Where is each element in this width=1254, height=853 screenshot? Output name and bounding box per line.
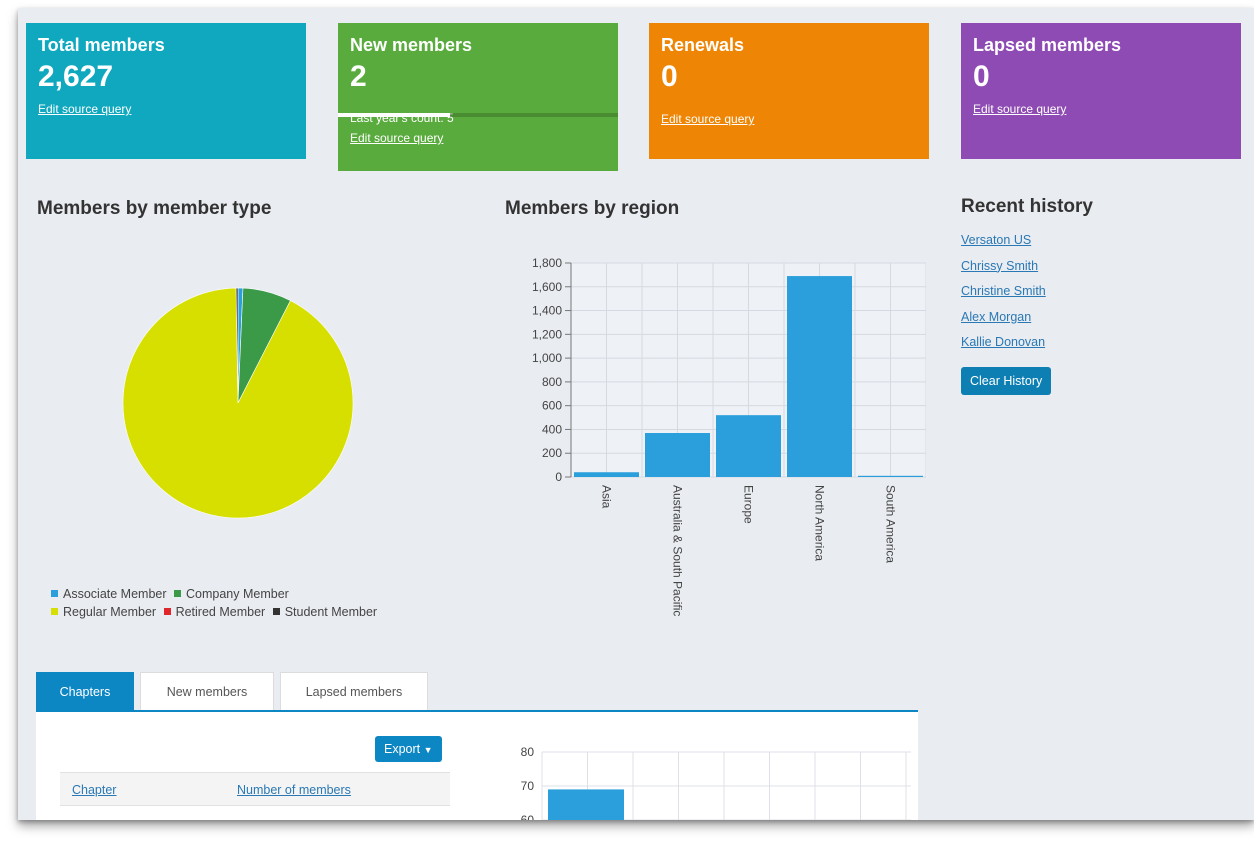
y-tick-label: 800 (542, 375, 562, 389)
region-bar-chart: 0 200 400 600 800 1,000 1,200 1,400 1,600 1,800 As… (532, 256, 926, 616)
tile-value: 0 (661, 60, 678, 93)
bar (787, 276, 852, 477)
history-link[interactable]: Kallie Donovan (961, 335, 1051, 361)
lapsed-members-tile: Lapsed members 0 Edit source query (961, 23, 1241, 159)
member-type-title: Members by member type (37, 198, 272, 219)
tab-chapters[interactable]: Chapters (36, 672, 134, 710)
history-link[interactable]: Alex Morgan (961, 310, 1051, 336)
new-members-tile: New members 2 Last year's count: 5 Edit … (338, 23, 618, 171)
column-header-chapter[interactable]: Chapter (72, 783, 116, 797)
bar (645, 433, 710, 477)
y-tick-label: 0 (555, 470, 562, 484)
bar (716, 415, 781, 477)
export-button[interactable]: Export ▼ (375, 736, 442, 762)
history-link[interactable]: Christine Smith (961, 284, 1051, 310)
clear-history-button[interactable]: Clear History (961, 366, 1052, 395)
y-tick-label: 70 (521, 779, 535, 793)
tile-value: 2 (350, 60, 367, 93)
tile-title: Renewals (661, 35, 745, 55)
renewals-tile: Renewals 0 Edit source query (649, 23, 929, 159)
x-tick-label: Australia & South Pacific (671, 485, 685, 616)
edit-source-query-link[interactable]: Edit source query (38, 102, 131, 116)
legend-item: Regular Member (51, 603, 156, 621)
recent-history-title: Recent history (961, 196, 1093, 217)
y-tick-label: 60 (521, 813, 535, 820)
legend-item: Retired Member (163, 603, 265, 621)
tab-lapsed-members[interactable]: Lapsed members (280, 672, 428, 710)
x-tick-label: North America (813, 485, 827, 561)
bar (548, 789, 624, 820)
region-title: Members by region (505, 198, 680, 219)
tab-new-members[interactable]: New members (140, 672, 274, 710)
member-type-pie-chart (122, 287, 354, 519)
tile-title: Total members (38, 35, 165, 55)
recent-history-list: Versaton US Chrissy Smith Christine Smit… (961, 233, 1052, 395)
tile-title: Lapsed members (973, 35, 1122, 55)
bar (858, 475, 923, 477)
table-header: Chapter Number of members (60, 772, 450, 806)
legend-item: Student Member (272, 603, 377, 621)
legend-item: Company Member (174, 585, 289, 603)
tile-title: New members (350, 35, 473, 55)
bar (574, 472, 639, 477)
y-tick-label: 1,400 (532, 304, 562, 318)
y-tick-label: 200 (542, 446, 562, 460)
tile-value: 2,627 (38, 60, 114, 93)
dashboard-screen: Total members 2,627 Edit source query Ne… (18, 8, 1254, 820)
member-type-legend: Associate Member Company Member Regular … (51, 585, 471, 621)
y-tick-label: 1,200 (532, 327, 562, 341)
y-tick-label: 1,600 (532, 280, 562, 294)
y-tick-label: 1,000 (532, 351, 562, 365)
new-members-progress-bar (338, 113, 618, 117)
column-header-number-of-members[interactable]: Number of members (237, 783, 351, 797)
caret-down-icon: ▼ (423, 745, 433, 755)
edit-source-query-link[interactable]: Edit source query (973, 102, 1066, 116)
x-tick-label: Asia (600, 485, 614, 509)
tile-value: 0 (973, 60, 990, 93)
chapters-bar-chart: 80 70 60 (521, 745, 911, 820)
legend-item: Associate Member (51, 585, 167, 603)
history-link[interactable]: Chrissy Smith (961, 259, 1051, 285)
history-link[interactable]: Versaton US (961, 233, 1051, 259)
total-members-tile: Total members 2,627 Edit source query (26, 23, 306, 159)
y-tick-label: 600 (542, 399, 562, 413)
chapters-panel: Export ▼ Chapter Number of members 80 70 6… (36, 712, 918, 820)
y-tick-label: 400 (542, 422, 562, 436)
edit-source-query-link[interactable]: Edit source query (350, 131, 443, 145)
x-tick-label: South America (884, 485, 898, 563)
x-tick-label: Europe (742, 485, 756, 524)
y-tick-label: 1,800 (532, 256, 562, 270)
edit-source-query-link[interactable]: Edit source query (661, 112, 754, 126)
y-tick-label: 80 (521, 745, 535, 759)
